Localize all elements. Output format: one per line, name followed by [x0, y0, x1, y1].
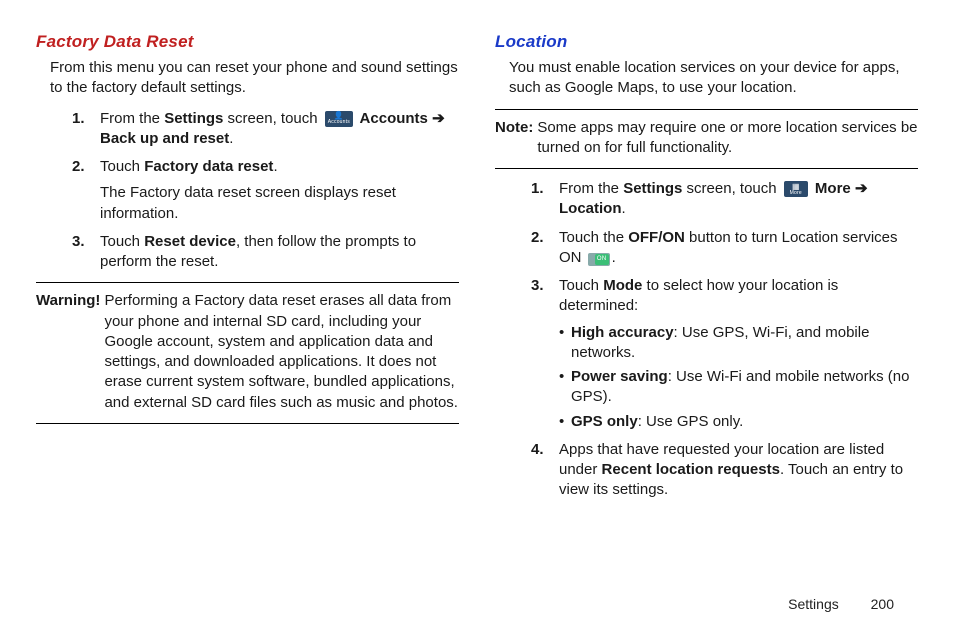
note-callout: Note: Some apps may require one or more … [495, 109, 918, 170]
bold-backup-reset: Back up and reset [100, 130, 229, 147]
steps-list-right: From the Settings screen, touch ▦More Mo… [531, 179, 918, 501]
bold-settings: Settings [623, 180, 682, 197]
intro-text: From this menu you can reset your phone … [50, 58, 459, 99]
bold-accounts: Accounts [356, 110, 432, 127]
warning-label: Warning! [36, 291, 104, 413]
text: From the [559, 180, 623, 197]
mode-bullets: High accuracy: Use GPS, Wi-Fi, and mobil… [559, 323, 918, 432]
note-label: Note: [495, 118, 537, 159]
bold: GPS only [571, 413, 638, 430]
text: screen, touch [682, 180, 780, 197]
icon-label: More [790, 191, 802, 196]
text: Touch [100, 158, 144, 175]
footer-section: Settings [788, 596, 839, 612]
period: . [612, 249, 616, 266]
on-toggle-icon: ON [588, 253, 610, 266]
step-4: Apps that have requested your location a… [531, 440, 918, 501]
step-3: Touch Mode to select how your location i… [531, 276, 918, 432]
step-1: From the Settings screen, touch 👤Account… [72, 109, 459, 150]
bold-more: More [811, 180, 855, 197]
bold-recent-location-requests: Recent location requests [602, 461, 780, 478]
footer-page-number: 200 [871, 596, 894, 612]
steps-list-left: From the Settings screen, touch 👤Account… [72, 109, 459, 273]
bold-reset-device: Reset device [144, 233, 236, 250]
bold: Power saving [571, 368, 668, 385]
bullet-power-saving: Power saving: Use Wi-Fi and mobile netwo… [559, 367, 918, 408]
step-1: From the Settings screen, touch ▦More Mo… [531, 179, 918, 220]
text: From the [100, 110, 164, 127]
period: . [273, 158, 277, 175]
heading-location: Location [495, 32, 918, 52]
warning-callout: Warning! Performing a Factory data reset… [36, 282, 459, 424]
bullet-gps-only: GPS only: Use GPS only. [559, 412, 918, 432]
left-column: Factory Data Reset From this menu you ca… [36, 32, 459, 511]
bullet-high-accuracy: High accuracy: Use GPS, Wi-Fi, and mobil… [559, 323, 918, 364]
bold-mode: Mode [603, 277, 642, 294]
text: Touch the [559, 229, 628, 246]
text: Touch [559, 277, 603, 294]
text: : Use GPS only. [638, 413, 744, 430]
text: screen, touch [223, 110, 321, 127]
period: . [229, 130, 233, 147]
warning-body: Performing a Factory data reset erases a… [104, 291, 459, 413]
right-column: Location You must enable location servic… [495, 32, 918, 511]
period: . [622, 200, 626, 217]
step-2-sub: The Factory data reset screen displays r… [100, 183, 459, 224]
icon-label: Accounts [328, 120, 350, 125]
page-footer: Settings 200 [788, 596, 894, 612]
more-icon: ▦More [784, 181, 808, 197]
bold: High accuracy [571, 324, 674, 341]
bold-off-on: OFF/ON [628, 229, 685, 246]
step-3: Touch Reset device, then follow the prom… [72, 232, 459, 273]
heading-factory-data-reset: Factory Data Reset [36, 32, 459, 52]
arrow-icon: ➔ [432, 110, 445, 127]
text: Touch [100, 233, 144, 250]
step-2: Touch Factory data reset. The Factory da… [72, 157, 459, 224]
note-body: Some apps may require one or more locati… [537, 118, 918, 159]
bold-factory-data-reset: Factory data reset [144, 158, 273, 175]
arrow-icon: ➔ [855, 180, 868, 197]
bold-location: Location [559, 200, 622, 217]
toggle-knob: ON [595, 254, 609, 265]
step-2: Touch the OFF/ON button to turn Location… [531, 228, 918, 269]
two-column-layout: Factory Data Reset From this menu you ca… [36, 32, 918, 511]
bold-settings: Settings [164, 110, 223, 127]
intro-text: You must enable location services on you… [509, 58, 918, 99]
accounts-icon: 👤Accounts [325, 111, 353, 127]
